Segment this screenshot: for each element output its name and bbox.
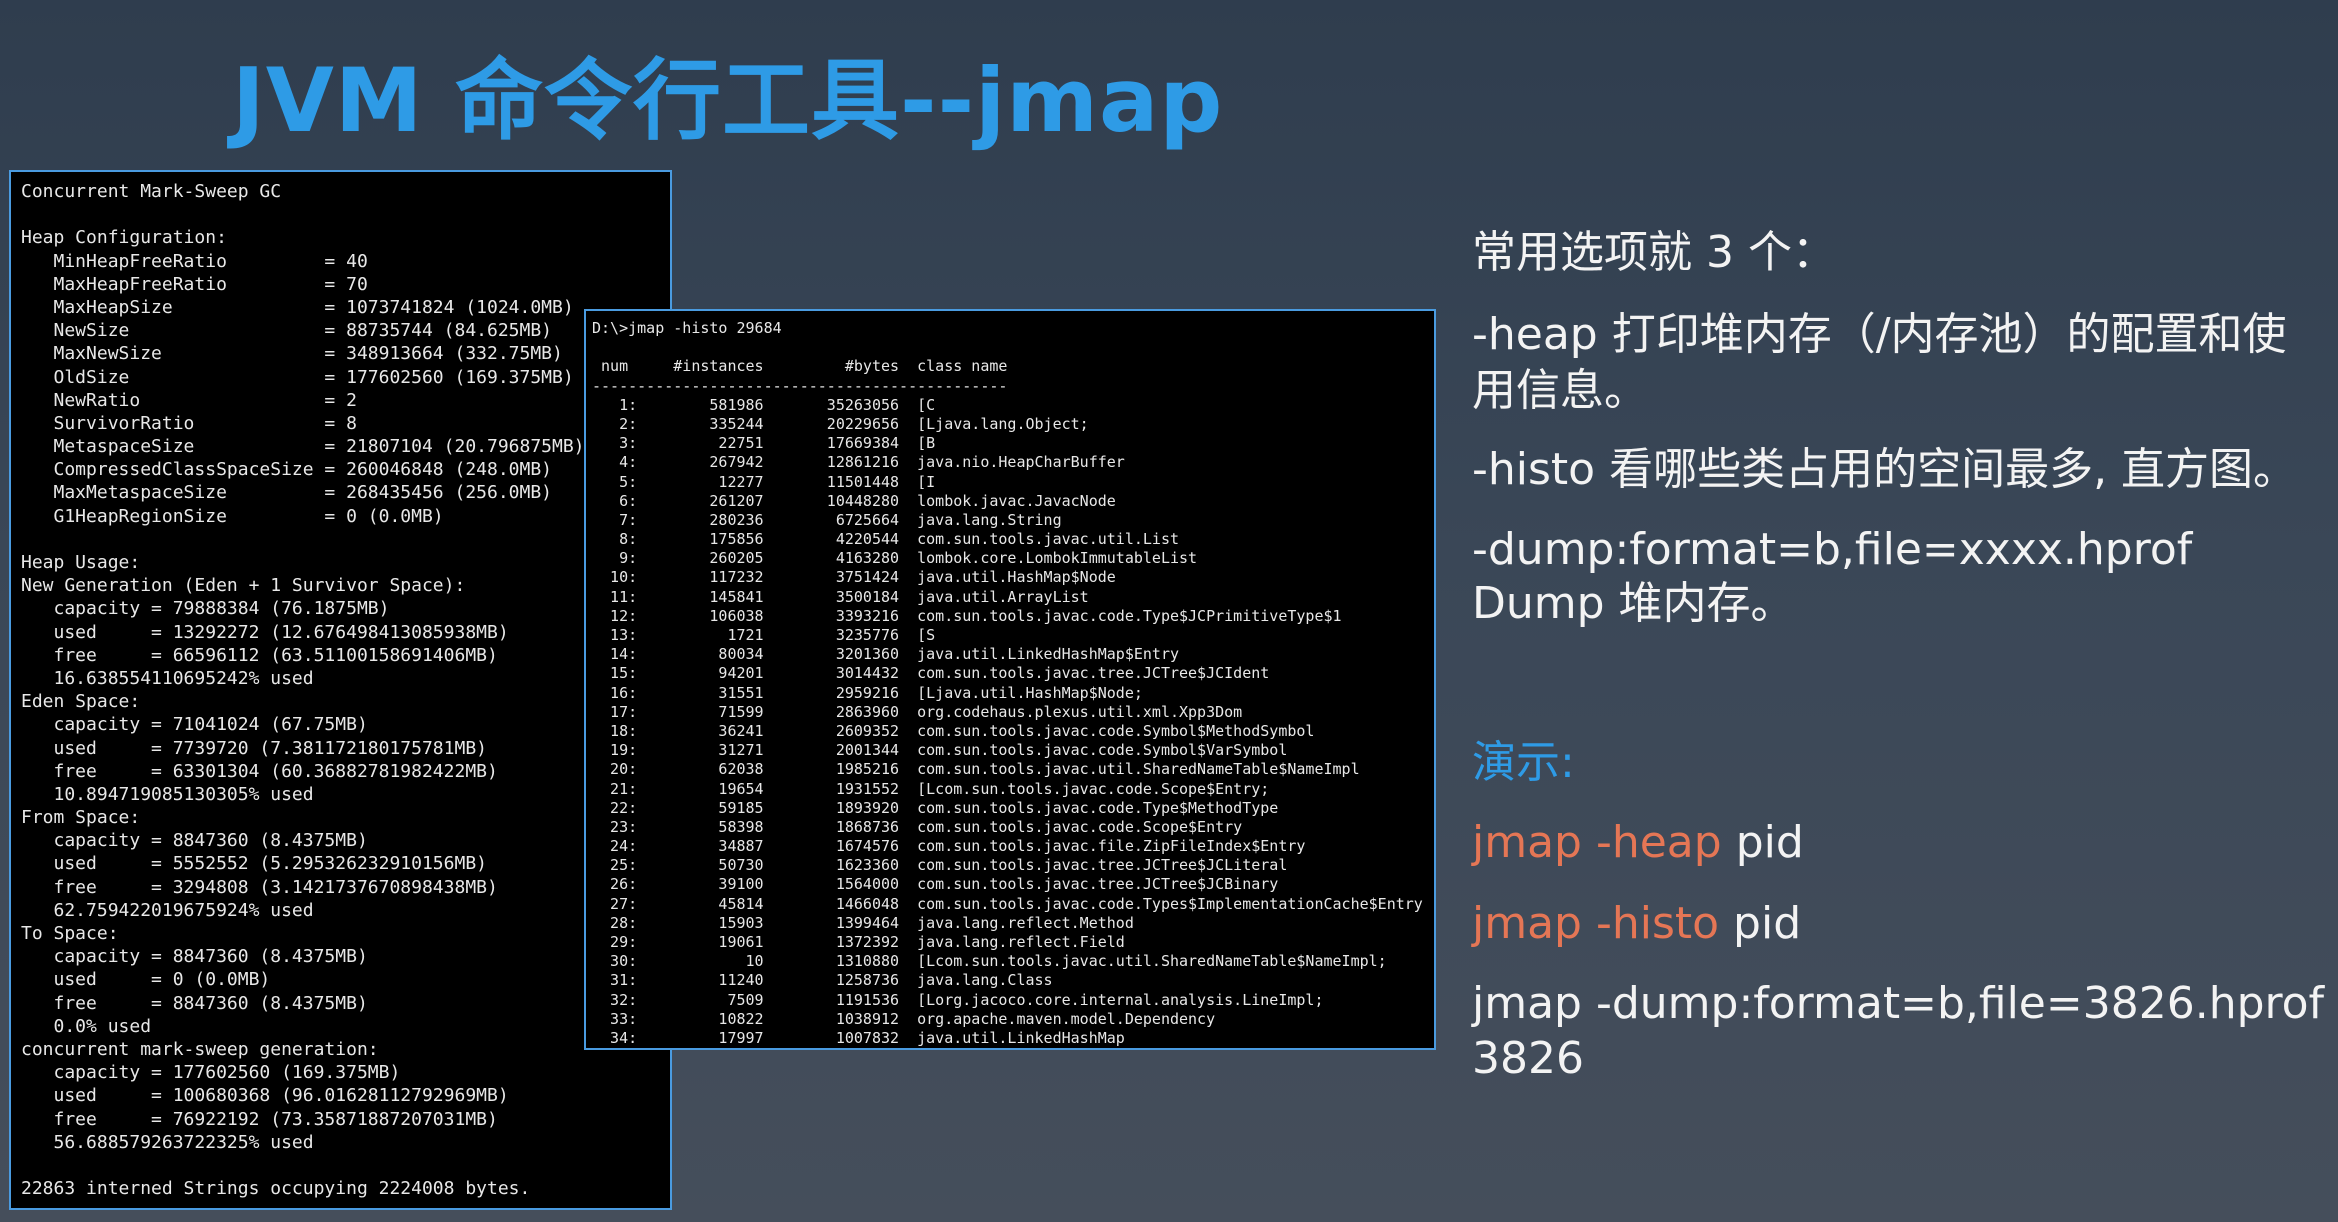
terminal-line: G1HeapRegionSize = 0 (0.0MB) [21,505,444,527]
terminal-line: capacity = 8847360 (8.4375MB) [21,946,368,968]
histo-row: 28: 15903 1399464 java.lang.reflect.Meth… [592,913,1134,932]
option-histo-desc: -histo 看哪些类占用的空间最多, 直方图。 [1472,444,2298,495]
terminal-line: Eden Space: [21,691,141,713]
histo-row: 25: 50730 1623360 com.sun.tools.javac.tr… [592,856,1288,875]
histo-row: 22: 59185 1893920 com.sun.tools.javac.co… [592,798,1279,817]
page-title: JVM 命令行工具--jmap [232,49,1224,152]
histo-row: 30: 10 1310880 [Lcom.sun.tools.javac.uti… [592,952,1387,971]
terminal-line: Concurrent Mark-Sweep GC [21,181,282,202]
histo-row: 2: 335244 20229656 [Ljava.lang.Object; [592,414,1089,433]
histo-row: 24: 34887 1674576 com.sun.tools.javac.fi… [592,837,1306,856]
terminal-line: Heap Configuration: [21,227,227,249]
terminal-line: 62.759422019675924% used [21,899,314,921]
histo-row: 13: 1721 3235776 [S [592,626,936,644]
terminal-line: MaxMetaspaceSize = 268435456 (256.0MB) [21,482,553,504]
histo-row: 8: 175856 4220544 com.sun.tools.javac.ut… [592,530,1179,549]
terminal-line: From Space: [21,807,141,829]
histo-row: 6: 261207 10448280 lombok.javac.JavacNod… [592,491,1116,510]
terminal-line: used = 13292272 (12.676498413085938MB) [21,621,509,643]
histo-terminal-output: D:\>jmap -histo 29684 num #instances #by… [584,309,1436,1050]
histo-row: 3: 22751 17669384 [B [592,434,936,453]
demo-heap-arg: pid [1721,817,1804,868]
terminal-command: D:\>jmap -histo 29684 [592,319,782,337]
terminal-line: free = 66596112 (63.51100158691406MB) [21,644,498,666]
terminal-line: free = 76922192 (73.35871887207031MB) [21,1108,498,1130]
histo-rows: 1: 581986 35263056 [C 2: 335244 20229656… [592,396,1434,1048]
terminal-line: NewRatio = 2 [21,389,357,411]
terminal-line: New Generation (Eden + 1 Survivor Space)… [21,575,466,597]
demo-heap-cmd: jmap -heap [1472,817,1722,868]
demo-dump-pid: 3826 [1472,1033,1584,1084]
demo-dump-command: jmap -dump:format=b,file=3826.hprof [1472,978,2325,1029]
demo-heap-command: jmap -heap pid [1472,815,1804,871]
terminal-line: 56.688579263722325% used [21,1131,314,1153]
histo-row: 17: 71599 2863960 org.codehaus.plexus.ut… [592,702,1243,721]
terminal-line: 22863 interned Strings occupying 2224008… [21,1178,531,1200]
terminal-line: free = 63301304 (60.36882781982422MB) [21,760,498,782]
terminal-line: To Space: [21,923,119,944]
terminal-line: concurrent mark-sweep generation: [21,1038,379,1060]
terminal-line: free = 3294808 (3.1421737670898438MB) [21,876,498,898]
histo-separator: ----------------------------------------… [592,376,1008,395]
terminal-line: used = 7739720 (7.381172180175781MB) [21,737,488,759]
histo-row: 18: 36241 2609352 com.sun.tools.javac.co… [592,721,1315,740]
histo-row: 16: 31551 2959216 [Ljava.util.HashMap$No… [592,683,1143,702]
terminal-line: used = 0 (0.0MB) [21,969,271,991]
terminal-line: MetaspaceSize = 21807104 (20.796875MB) [21,436,585,458]
histo-row: 23: 58398 1868736 com.sun.tools.javac.co… [592,817,1243,836]
terminal-line: 0.0% used [21,1015,152,1037]
terminal-line: used = 5552552 (5.295326232910156MB) [21,853,488,875]
terminal-line: MaxHeapSize = 1073741824 (1024.0MB) [21,296,574,318]
terminal-line: MinHeapFreeRatio = 40 [21,250,368,272]
histo-row: 31: 11240 1258736 java.lang.Class [592,971,1053,990]
histo-row: 15: 94201 3014432 com.sun.tools.javac.tr… [592,664,1270,683]
terminal-line: used = 100680368 (96.01628112792969MB) [21,1085,509,1107]
heap-terminal-output: Concurrent Mark-Sweep GC Heap Configurati… [9,170,672,1210]
option-dump-desc: Dump 堆内存。 [1472,578,1795,629]
options-intro: 常用选项就 3 个： [1472,227,1836,278]
histo-row: 33: 10822 1038912 org.apache.maven.model… [592,1009,1216,1028]
histo-row: 7: 280236 6725664 java.lang.String [592,510,1062,529]
terminal-line: capacity = 177602560 (169.375MB) [21,1062,401,1084]
histo-row: 26: 39100 1564000 com.sun.tools.javac.tr… [592,875,1279,894]
histo-header: num #instances #bytes class name [592,357,1008,376]
terminal-line: SurvivorRatio = 8 [21,412,357,434]
histo-row: 29: 19061 1372392 java.lang.reflect.Fiel… [592,933,1125,951]
histo-row: 19: 31271 2001344 com.sun.tools.javac.co… [592,741,1288,760]
demo-histo-arg: pid [1719,898,1802,949]
histo-row: 34: 17997 1007832 java.util.LinkedHashMa… [592,1028,1125,1047]
terminal-line: 10.894719085130305% used [21,783,314,805]
histo-row: 20: 62038 1985216 com.sun.tools.javac.ut… [592,760,1360,779]
option-heap-desc: -heap 打印堆内存（/内存池）的配置和使用信息。 [1472,309,2287,416]
terminal-line: free = 8847360 (8.4375MB) [21,992,368,1014]
option-dump-cmd: -dump:format=b,file=xxxx.hprof [1472,524,2193,575]
terminal-line: 16.638554110695242% used [21,667,314,689]
histo-row: 5: 12277 11501448 [I [592,472,936,491]
histo-row: 14: 80034 3201360 java.util.LinkedHashMa… [592,645,1179,664]
histo-row: 27: 45814 1466048 com.sun.tools.javac.co… [592,894,1423,913]
terminal-line: CompressedClassSpaceSize = 260046848 (24… [21,459,553,481]
histo-row: 11: 145841 3500184 java.util.ArrayList [592,587,1089,606]
terminal-line: capacity = 71041024 (67.75MB) [21,714,368,736]
histo-row: 32: 7509 1191536 [Lorg.jacoco.core.inter… [592,990,1324,1009]
terminal-line: MaxHeapFreeRatio = 70 [21,273,368,295]
terminal-line: MaxNewSize = 348913664 (332.75MB) [21,343,563,365]
terminal-line: OldSize = 177602560 (169.375MB) [21,366,574,388]
terminal-line: NewSize = 88735744 (84.625MB) [21,320,553,342]
histo-row: 1: 581986 35263056 [C [592,395,936,414]
histo-row: 4: 267942 12861216 java.nio.HeapCharBuff… [592,453,1125,472]
histo-row: 10: 117232 3751424 java.util.HashMap$Nod… [592,568,1116,587]
histo-row: 12: 106038 3393216 com.sun.tools.javac.c… [592,606,1342,625]
demo-label: 演示: [1472,737,1575,788]
terminal-line: capacity = 8847360 (8.4375MB) [21,830,368,852]
demo-histo-command: jmap -histo pid [1472,896,1801,952]
histo-row: 21: 19654 1931552 [Lcom.sun.tools.javac.… [592,779,1270,798]
terminal-line: capacity = 79888384 (76.1875MB) [21,598,390,620]
demo-histo-cmd: jmap -histo [1472,898,1720,949]
histo-row: 9: 260205 4163280 lombok.core.LombokImmu… [592,549,1198,568]
terminal-line: Heap Usage: [21,552,141,573]
